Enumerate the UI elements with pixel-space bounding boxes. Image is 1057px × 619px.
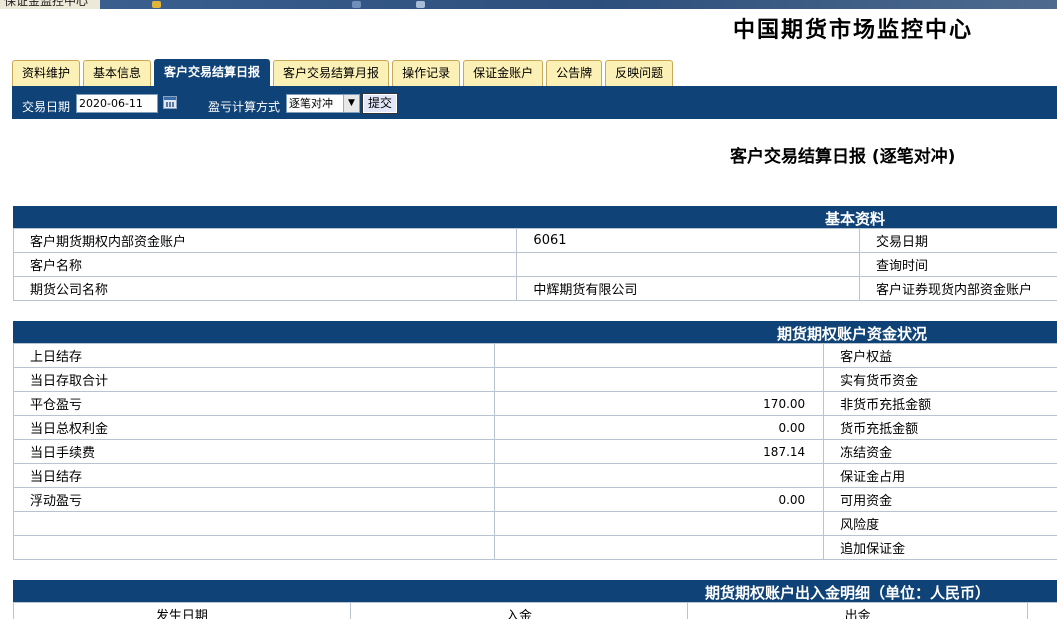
cell-label: 客户期货期权内部资金账户 bbox=[12, 228, 518, 253]
pnl-method-value: 逐笔对冲 bbox=[289, 97, 333, 110]
section-title: 基本资料 bbox=[825, 210, 886, 228]
report-title: 客户交易结算日报 (逐笔对冲) bbox=[730, 147, 956, 167]
table-row: 当日手续费 187.14 冻结资金 bbox=[13, 439, 1057, 464]
cell-value bbox=[493, 511, 825, 536]
cell-value: 6061 bbox=[516, 228, 861, 253]
tab-monthly-statement[interactable]: 客户交易结算月报 bbox=[273, 60, 390, 86]
table-row: 上日结存 客户权益 bbox=[13, 343, 1057, 368]
nav-tabs: 资料维护 基本信息 客户交易结算日报 客户交易结算月报 操作记录 保证金账户 公… bbox=[12, 59, 674, 87]
cell-right-label: 货币充抵金额 bbox=[823, 415, 1057, 440]
table-row: 当日结存 保证金占用 bbox=[13, 463, 1057, 488]
tab-daily-statement[interactable]: 客户交易结算日报 bbox=[154, 59, 271, 87]
column-header: 发生日期 bbox=[13, 602, 351, 619]
cell-right-label: 冻结资金 bbox=[823, 439, 1057, 464]
basic-info-table: 客户期货期权内部资金账户 6061 交易日期 客户名称 查询时间 期货公司名称 … bbox=[12, 228, 1057, 301]
column-header bbox=[1027, 602, 1057, 619]
window-title-bar: 保证金监控中心 bbox=[0, 0, 1057, 9]
cash-flow-table: 发生日期 入金 出金 bbox=[13, 602, 1057, 619]
cell-value: 0.00 bbox=[493, 415, 825, 440]
cell-value: 0.00 bbox=[493, 487, 825, 512]
table-row: 客户名称 查询时间 bbox=[12, 252, 1057, 277]
cell-value bbox=[493, 343, 825, 368]
tab-bulletin-board[interactable]: 公告牌 bbox=[546, 60, 603, 86]
pnl-method-label: 盈亏计算方式 bbox=[208, 100, 281, 114]
cell-label: 平仓盈亏 bbox=[13, 391, 495, 416]
table-row: 平仓盈亏 170.00 非货币充抵金额 bbox=[13, 391, 1057, 416]
column-header: 入金 bbox=[349, 602, 689, 619]
cell-label: 浮动盈亏 bbox=[13, 487, 495, 512]
cash-flow-section: 期货期权账户出入金明细（单位：人民币） 发生日期 入金 出金 bbox=[13, 580, 1057, 619]
submit-button[interactable]: 提交 bbox=[362, 93, 398, 114]
basic-info-section: 基本资料 客户期货期权内部资金账户 6061 交易日期 客户名称 查询时间 期货… bbox=[12, 206, 1057, 301]
table-row: 风险度 bbox=[13, 511, 1057, 536]
column-header: 出金 bbox=[687, 602, 1028, 619]
fund-status-section: 期货期权账户资金状况 上日结存 客户权益 当日存取合计 实有货币资金 平仓盈亏 … bbox=[13, 321, 1057, 560]
trade-date-input[interactable] bbox=[76, 94, 158, 113]
cell-right-label: 保证金占用 bbox=[823, 463, 1057, 488]
cell-value: 187.14 bbox=[493, 439, 825, 464]
section-header: 基本资料 bbox=[13, 206, 1057, 228]
cell-label: 期货公司名称 bbox=[12, 276, 518, 301]
tab-operation-log[interactable]: 操作记录 bbox=[392, 60, 461, 86]
tab-margin-account[interactable]: 保证金账户 bbox=[463, 60, 544, 86]
table-row: 追加保证金 bbox=[13, 535, 1057, 560]
cell-right-label: 实有货币资金 bbox=[823, 367, 1057, 392]
trade-date-label: 交易日期 bbox=[22, 100, 71, 114]
cell-value bbox=[516, 252, 861, 277]
calendar-icon[interactable] bbox=[163, 96, 177, 109]
section-header: 期货期权账户资金状况 bbox=[13, 321, 1057, 343]
table-row: 当日存取合计 实有货币资金 bbox=[13, 367, 1057, 392]
cell-right-label: 交易日期 bbox=[859, 228, 1057, 253]
cell-label: 客户名称 bbox=[12, 252, 518, 277]
section-title: 期货期权账户出入金明细（单位：人民币） bbox=[705, 584, 991, 602]
window-title: 保证金监控中心 bbox=[0, 0, 93, 8]
tab-basic-info[interactable]: 基本信息 bbox=[83, 60, 152, 86]
query-bar: 交易日期 盈亏计算方式 逐笔对冲 ▼ 提交 bbox=[12, 86, 1057, 119]
cell-right-label: 风险度 bbox=[823, 511, 1057, 536]
pnl-method-select[interactable]: 逐笔对冲 ▼ bbox=[286, 94, 360, 113]
table-row: 客户期货期权内部资金账户 6061 交易日期 bbox=[12, 228, 1057, 253]
app-icon bbox=[152, 1, 161, 8]
cell-value: 中辉期货有限公司 bbox=[516, 276, 861, 301]
cell-right-label: 可用资金 bbox=[823, 487, 1057, 512]
cell-right-label: 非货币充抵金额 bbox=[823, 391, 1057, 416]
table-row: 期货公司名称 中辉期货有限公司 客户证券现货内部资金账户 bbox=[12, 276, 1057, 301]
table-row: 浮动盈亏 0.00 可用资金 bbox=[13, 487, 1057, 512]
cell-value bbox=[493, 463, 825, 488]
cell-value bbox=[493, 535, 825, 560]
fund-status-table: 上日结存 客户权益 当日存取合计 实有货币资金 平仓盈亏 170.00 非货币充… bbox=[13, 343, 1057, 560]
chevron-down-icon: ▼ bbox=[343, 95, 359, 112]
cell-label: 上日结存 bbox=[13, 343, 495, 368]
section-title: 期货期权账户资金状况 bbox=[777, 325, 928, 343]
cell-right-label: 追加保证金 bbox=[823, 535, 1057, 560]
cell-value bbox=[493, 367, 825, 392]
cell-label: 当日结存 bbox=[13, 463, 495, 488]
cell-label: 当日存取合计 bbox=[13, 367, 495, 392]
app-window: { "window": { "title": "保证金监控中心" }, "hea… bbox=[0, 0, 1057, 619]
cell-right-label: 客户权益 bbox=[823, 343, 1057, 368]
cell-right-label: 客户证券现货内部资金账户 bbox=[859, 276, 1057, 301]
cell-value: 170.00 bbox=[493, 391, 825, 416]
section-header: 期货期权账户出入金明细（单位：人民币） bbox=[13, 580, 1057, 602]
cell-label bbox=[13, 511, 495, 536]
cell-label: 当日总权利金 bbox=[13, 415, 495, 440]
tab-report-issue[interactable]: 反映问题 bbox=[605, 60, 674, 86]
cell-label bbox=[13, 535, 495, 560]
app-icon bbox=[352, 1, 361, 8]
tab-data-maintenance[interactable]: 资料维护 bbox=[12, 60, 81, 86]
table-row: 当日总权利金 0.00 货币充抵金额 bbox=[13, 415, 1057, 440]
brand-title: 中国期货市场监控中心 bbox=[733, 17, 974, 43]
cell-label: 当日手续费 bbox=[13, 439, 495, 464]
app-icon bbox=[416, 1, 425, 8]
cell-right-label: 查询时间 bbox=[859, 252, 1057, 277]
table-header-row: 发生日期 入金 出金 bbox=[13, 602, 1057, 619]
